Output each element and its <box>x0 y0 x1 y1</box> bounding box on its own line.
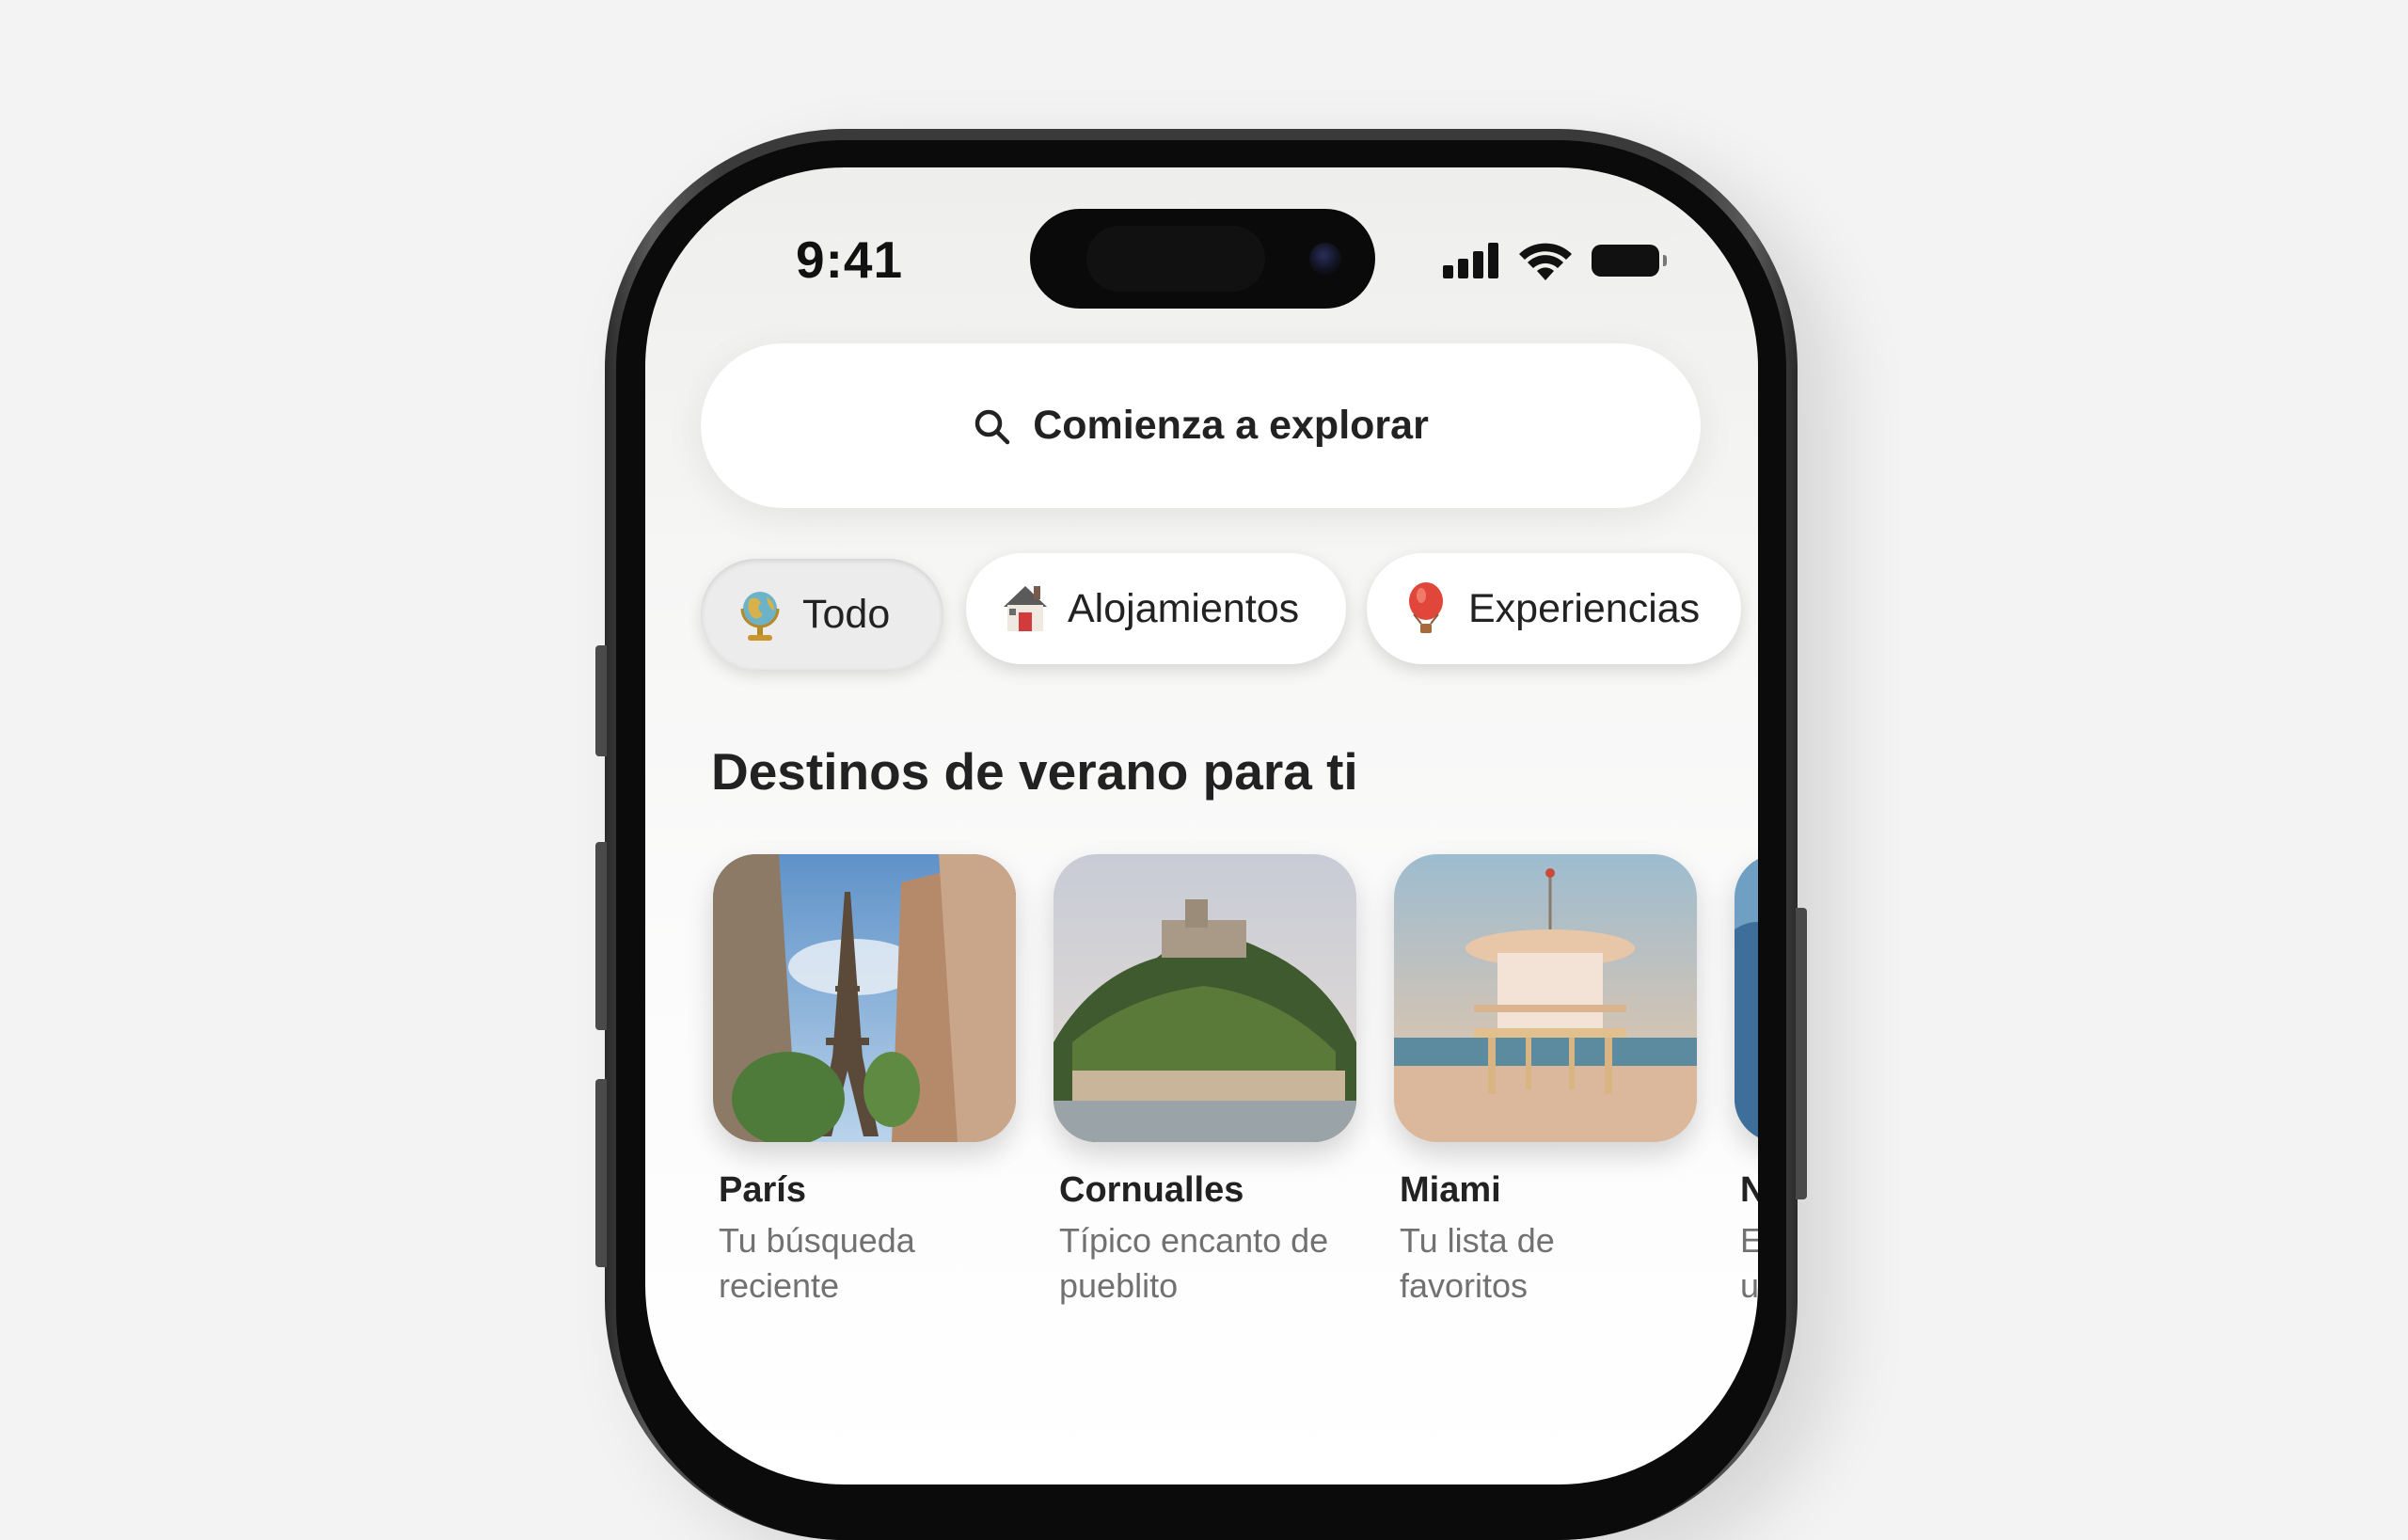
tab-alojamientos[interactable]: Alojamientos <box>966 553 1346 664</box>
tab-experiencias-label: Experiencias <box>1468 585 1701 631</box>
destination-subtitle: Tu lista de favoritos <box>1400 1221 1555 1305</box>
destination-title: Miami <box>1400 1170 1501 1210</box>
destination-card-cornualles[interactable]: Cornualles Típico encanto de pueblito <box>1054 854 1356 1309</box>
front-camera <box>1309 243 1341 275</box>
battery-icon <box>1592 245 1667 277</box>
tab-todo-label: Todo <box>802 591 891 637</box>
power-button <box>1796 908 1807 1199</box>
globe-icon <box>740 592 780 641</box>
destination-title: Cornualles <box>1059 1170 1244 1210</box>
tab-experiencias[interactable]: Experiencias <box>1367 553 1741 664</box>
search-placeholder: Comienza a explorar <box>1033 403 1429 448</box>
wifi-icon <box>1519 243 1572 280</box>
app-screen: 9:41 Comienza a explorar Todo Alojamient… <box>645 167 1758 1484</box>
paris-image <box>713 854 1016 1142</box>
destination-card-paris[interactable]: París Tu búsqueda reciente <box>713 854 1016 1309</box>
cellular-signal-icon <box>1443 243 1501 278</box>
miami-image <box>1394 854 1697 1142</box>
partial-destination-image <box>1735 854 1758 1142</box>
volume-down-button <box>595 1079 607 1267</box>
destination-card-partial[interactable]: N E u <box>1735 854 1758 1309</box>
house-icon <box>1004 586 1047 631</box>
status-time: 9:41 <box>796 230 904 289</box>
cornualles-image <box>1054 854 1356 1142</box>
tab-todo[interactable]: Todo <box>701 559 943 670</box>
destination-subtitle: E u <box>1740 1221 1758 1305</box>
search-icon <box>974 409 1010 444</box>
search-bar[interactable]: Comienza a explorar <box>701 343 1701 508</box>
section-title: Destinos de verano para ti <box>711 742 1358 801</box>
destination-subtitle: Típico encanto de pueblito <box>1059 1221 1329 1305</box>
face-id-sensor <box>1086 226 1265 292</box>
destination-title: París <box>719 1170 806 1210</box>
tab-alojamientos-label: Alojamientos <box>1068 585 1300 631</box>
dynamic-island <box>1030 209 1375 309</box>
destination-subtitle: Tu búsqueda reciente <box>719 1221 915 1305</box>
action-button <box>595 645 607 756</box>
volume-up-button <box>595 842 607 1030</box>
destination-card-miami[interactable]: Miami Tu lista de favoritos <box>1394 854 1697 1309</box>
hot-air-balloon-icon <box>1409 582 1443 633</box>
destination-title: N <box>1740 1170 1758 1210</box>
